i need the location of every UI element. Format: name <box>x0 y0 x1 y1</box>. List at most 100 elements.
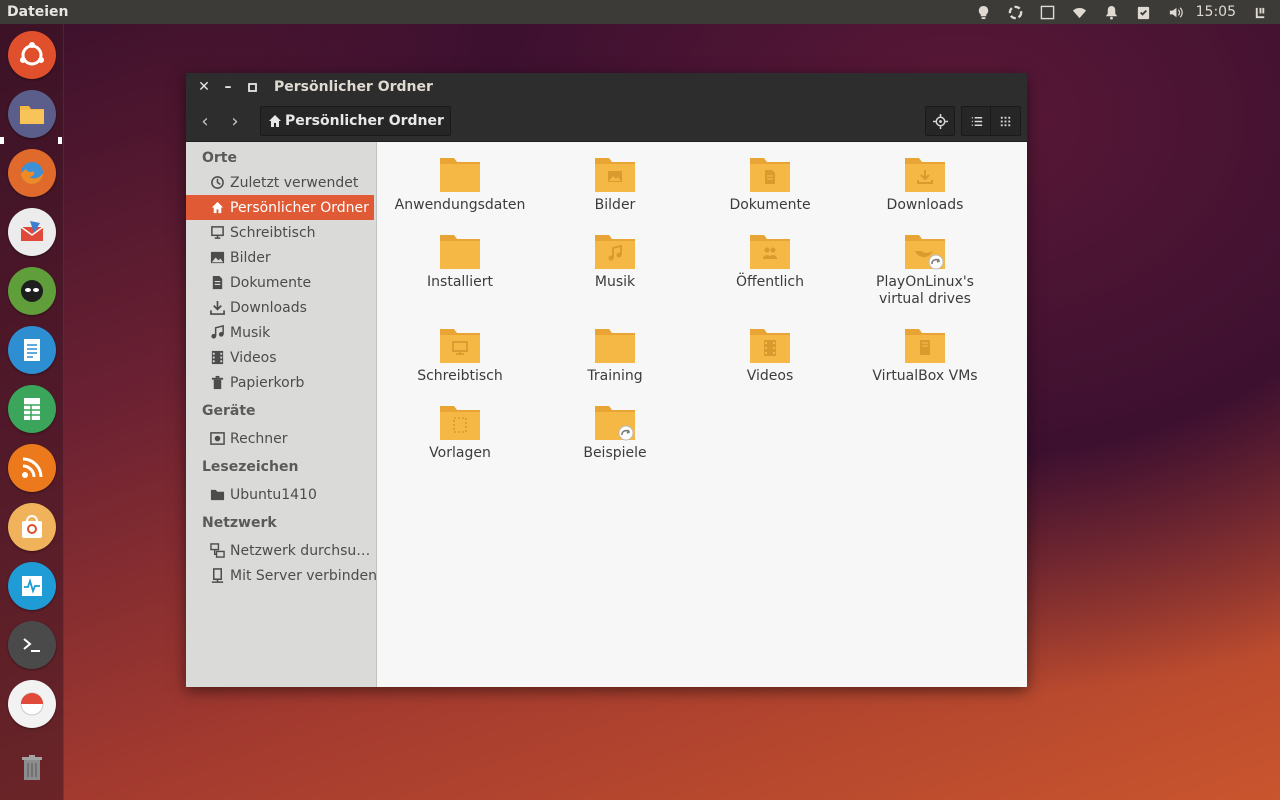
sidebar-item-recent[interactable]: Zuletzt verwendet <box>186 170 376 195</box>
sidebar-heading-devices: Geräte <box>202 402 256 419</box>
back-button[interactable]: ‹ <box>190 106 220 136</box>
file-item-oeffentlich[interactable]: Öffentlich <box>695 233 845 291</box>
vbox-folder-icon <box>903 327 947 365</box>
sidebar-item-bookmark[interactable]: Ubuntu1410 <box>186 482 376 507</box>
list-icon <box>971 116 982 126</box>
video-icon <box>211 350 224 365</box>
bell-icon[interactable] <box>1096 0 1128 24</box>
file-item-bilder[interactable]: Bilder <box>540 156 690 214</box>
file-label: Schreibtisch <box>417 368 503 384</box>
file-label: PlayOnLinux's virtual drives <box>876 274 974 307</box>
titlebar: ✕ – Persönlicher Ordner <box>186 73 1027 101</box>
app-menu-title[interactable]: Dateien <box>0 4 69 20</box>
file-item-virtualbox[interactable]: VirtualBox VMs <box>850 327 1000 385</box>
file-view[interactable]: Anwendungsdaten Bilder Dokumente Downloa… <box>377 142 1027 687</box>
chevron-left-icon: ‹ <box>201 110 209 132</box>
clock[interactable]: 15:05 <box>1192 4 1244 20</box>
pictures-folder-icon <box>593 156 637 194</box>
file-label: Musik <box>594 274 636 290</box>
location-button[interactable] <box>925 106 955 136</box>
sidebar-item-label: Dokumente <box>230 274 312 291</box>
software-center-icon[interactable] <box>8 503 56 551</box>
file-item-downloads[interactable]: Downloads <box>850 156 1000 214</box>
file-item-dokumente[interactable]: Dokumente <box>695 156 845 214</box>
sidebar-item-pictures[interactable]: Bilder <box>186 245 376 270</box>
update-icon[interactable] <box>1128 0 1160 24</box>
session-icon[interactable] <box>1244 0 1276 24</box>
indicator-area: 15:05 <box>968 0 1280 24</box>
terminal-icon[interactable] <box>8 621 56 669</box>
wifi-icon[interactable] <box>1064 0 1096 24</box>
bulb-icon[interactable] <box>968 0 1000 24</box>
crosshair-icon <box>932 113 948 129</box>
toolbar: ‹ › Persönlicher Ordner <box>186 101 1027 142</box>
sidebar-item-label: Netzwerk durchsu… <box>230 542 371 559</box>
file-item-installiert[interactable]: Installiert <box>385 233 535 291</box>
maximize-button[interactable] <box>240 73 264 101</box>
sidebar-item-label: Videos <box>230 349 277 366</box>
rss-reader-icon[interactable] <box>8 444 56 492</box>
file-item-beispiele[interactable]: Beispiele <box>540 404 690 462</box>
sidebar-item-label: Downloads <box>230 299 307 316</box>
file-label: Bilder <box>594 197 636 213</box>
file-item-videos[interactable]: Videos <box>695 327 845 385</box>
document-icon <box>212 275 223 290</box>
sidebar-item-desktop[interactable]: Schreibtisch <box>186 220 376 245</box>
sidebar-item-home[interactable]: Persönlicher Ordner <box>186 195 374 220</box>
sidebar-item-music[interactable]: Musik <box>186 320 376 345</box>
sidebar-item-videos[interactable]: Videos <box>186 345 376 370</box>
file-item-playonlinux[interactable]: PlayOnLinux's virtual drives <box>850 233 1000 308</box>
sidebar-item-label: Mit Server verbinden <box>230 567 376 584</box>
templates-folder-icon <box>438 404 482 442</box>
chevron-right-icon: › <box>231 110 239 132</box>
sidebar-heading-places: Orte <box>202 149 237 166</box>
sidebar-item-browse-network[interactable]: Netzwerk durchsu… <box>186 538 376 563</box>
file-item-schreibtisch[interactable]: Schreibtisch <box>385 327 535 385</box>
volume-icon[interactable] <box>1160 0 1192 24</box>
sync-icon[interactable] <box>1000 0 1032 24</box>
system-monitor-icon[interactable] <box>8 562 56 610</box>
file-label: Videos <box>746 368 794 384</box>
folder-icon <box>593 327 637 365</box>
file-label: VirtualBox VMs <box>872 368 978 384</box>
music-icon <box>211 325 224 339</box>
sidebar-item-downloads[interactable]: Downloads <box>186 295 376 320</box>
sidebar-item-label: Schreibtisch <box>230 224 316 241</box>
disk-usage-icon[interactable] <box>8 680 56 728</box>
sidebar-item-trash[interactable]: Papierkorb <box>186 370 376 395</box>
sidebar-item-connect-server[interactable]: Mit Server verbinden <box>186 563 376 588</box>
file-item-vorlagen[interactable]: Vorlagen <box>385 404 535 462</box>
writer-icon[interactable] <box>8 326 56 374</box>
sidebar-item-documents[interactable]: Dokumente <box>186 270 376 295</box>
path-button-home[interactable]: Persönlicher Ordner <box>260 106 451 136</box>
sidebar-item-computer[interactable]: Rechner <box>186 426 376 451</box>
grid-view-button[interactable] <box>991 106 1021 136</box>
list-view-button[interactable] <box>961 106 991 136</box>
close-button[interactable]: ✕ <box>192 73 216 101</box>
home-icon <box>211 201 224 214</box>
file-item-training[interactable]: Training <box>540 327 690 385</box>
file-item-anwendungsdaten[interactable]: Anwendungsdaten <box>385 156 535 214</box>
calc-icon[interactable] <box>8 385 56 433</box>
folder-icon <box>438 233 482 271</box>
file-item-musik[interactable]: Musik <box>540 233 690 291</box>
sidebar-item-label: Papierkorb <box>230 374 305 391</box>
forward-button[interactable]: › <box>220 106 250 136</box>
alien-app-icon[interactable] <box>8 267 56 315</box>
documents-folder-icon <box>748 156 792 194</box>
file-label: Beispiele <box>583 445 647 461</box>
downloads-folder-icon <box>903 156 947 194</box>
minimize-button[interactable]: – <box>216 73 240 101</box>
firefox-icon[interactable] <box>8 149 56 197</box>
mail-client-icon[interactable] <box>8 208 56 256</box>
workspace-icon[interactable] <box>1032 0 1064 24</box>
file-manager-window: ✕ – Persönlicher Ordner ‹ › Persönlicher… <box>186 73 1027 687</box>
desktop-icon <box>211 226 224 239</box>
focus-indicator <box>58 137 62 144</box>
trash-icon[interactable] <box>8 743 56 791</box>
files-app-icon[interactable] <box>8 90 56 138</box>
window-title: Persönlicher Ordner <box>274 79 433 95</box>
sidebar-item-label: Zuletzt verwendet <box>230 174 359 191</box>
dash-ubuntu-icon[interactable] <box>8 31 56 79</box>
home-icon <box>269 115 281 127</box>
